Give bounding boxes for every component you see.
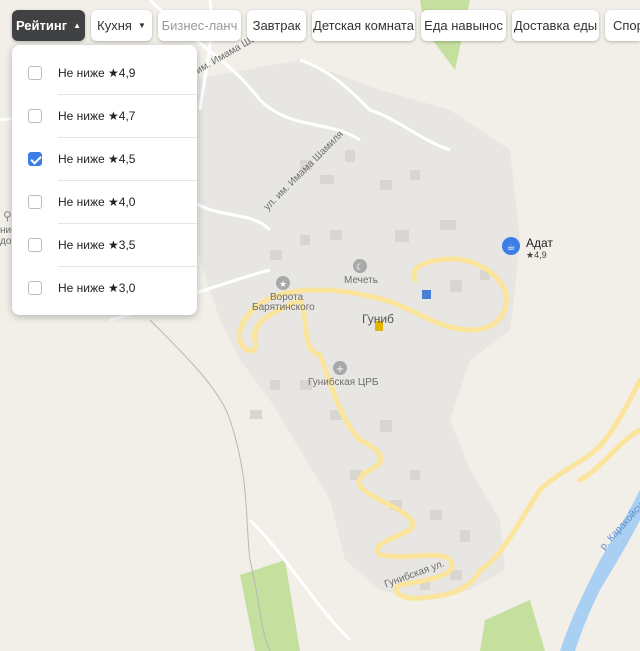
map-label-hospital: Гунибская ЦРБ: [308, 377, 379, 388]
svg-text:⚲: ⚲: [3, 209, 12, 223]
checkbox[interactable]: [28, 238, 42, 252]
chip-sport[interactable]: Спор: [605, 10, 640, 41]
chip-rating-label: Рейтинг: [15, 18, 68, 33]
chip-breakfast-label: Завтрак: [252, 18, 301, 33]
poi-name[interactable]: Адат: [526, 236, 553, 250]
rating-option-4-0[interactable]: Не ниже ★4,0: [12, 181, 197, 224]
chip-cuisine-label: Кухня: [97, 18, 132, 33]
checkbox[interactable]: [28, 66, 42, 80]
rating-dropdown: Не ниже ★4,9 Не ниже ★4,7 Не ниже ★4,5 Н…: [12, 45, 197, 315]
rating-option-4-5[interactable]: Не ниже ★4,5: [12, 138, 197, 181]
rating-option-label: Не ниже ★4,9: [58, 66, 136, 80]
chip-sport-label: Спор: [613, 18, 640, 33]
chip-kids-room[interactable]: Детская комната: [312, 10, 415, 41]
rating-option-label: Не ниже ★4,0: [58, 195, 136, 209]
rating-option-4-7[interactable]: Не ниже ★4,7: [12, 95, 197, 138]
hospital-marker-icon[interactable]: +: [333, 361, 347, 375]
mosque-marker-icon[interactable]: ☾: [353, 259, 367, 273]
cut-label-left-b: до: [0, 236, 12, 247]
gate-marker-icon[interactable]: ★: [276, 276, 290, 290]
partial-poi-icon: ⚲: [3, 209, 12, 223]
chip-cuisine[interactable]: Кухня ▼: [91, 10, 152, 41]
chip-rating[interactable]: Рейтинг ▲: [12, 10, 85, 41]
rating-option-label: Не ниже ★4,5: [58, 152, 136, 166]
chip-delivery-label: Доставка еды: [513, 18, 598, 33]
map-label-gate-line2: Барятинского: [252, 302, 315, 313]
chip-takeaway-label: Еда навынос: [424, 18, 503, 33]
svg-text:☾: ☾: [356, 263, 364, 273]
checkbox-checked[interactable]: [28, 152, 42, 166]
checkbox[interactable]: [28, 281, 42, 295]
chevron-down-icon: ▼: [137, 21, 146, 30]
svg-text:☕: ☕: [507, 242, 516, 253]
chip-takeaway[interactable]: Еда навынос: [421, 10, 506, 41]
poi-rating: ★4,9: [526, 250, 547, 260]
filter-chips-bar: Рейтинг ▲ Кухня ▼ Бизнес-ланч Завтрак Де…: [0, 10, 640, 41]
rating-option-label: Не ниже ★4,7: [58, 109, 136, 123]
map-label-gunib: Гуниб: [362, 312, 394, 326]
checkbox[interactable]: [28, 109, 42, 123]
chip-business-lunch[interactable]: Бизнес-ланч: [158, 10, 241, 41]
rating-option-3-0[interactable]: Не ниже ★3,0: [12, 267, 197, 310]
chip-kids-room-label: Детская комната: [313, 18, 414, 33]
svg-text:★: ★: [279, 280, 287, 290]
checkbox[interactable]: [28, 195, 42, 209]
rating-option-3-5[interactable]: Не ниже ★3,5: [12, 224, 197, 267]
map-label-mosque: Мечеть: [344, 275, 378, 286]
bus-stop-icon[interactable]: [422, 290, 431, 299]
chip-delivery[interactable]: Доставка еды: [512, 10, 599, 41]
chip-breakfast[interactable]: Завтрак: [247, 10, 306, 41]
rating-option-label: Не ниже ★3,5: [58, 238, 136, 252]
rating-option-label: Не ниже ★3,0: [58, 281, 136, 295]
svg-text:+: +: [336, 364, 344, 375]
rating-option-4-9[interactable]: Не ниже ★4,9: [12, 52, 197, 95]
chevron-up-icon: ▲: [73, 21, 82, 30]
chip-business-lunch-label: Бизнес-ланч: [161, 18, 238, 33]
cafe-marker-icon[interactable]: ☕: [502, 237, 520, 255]
